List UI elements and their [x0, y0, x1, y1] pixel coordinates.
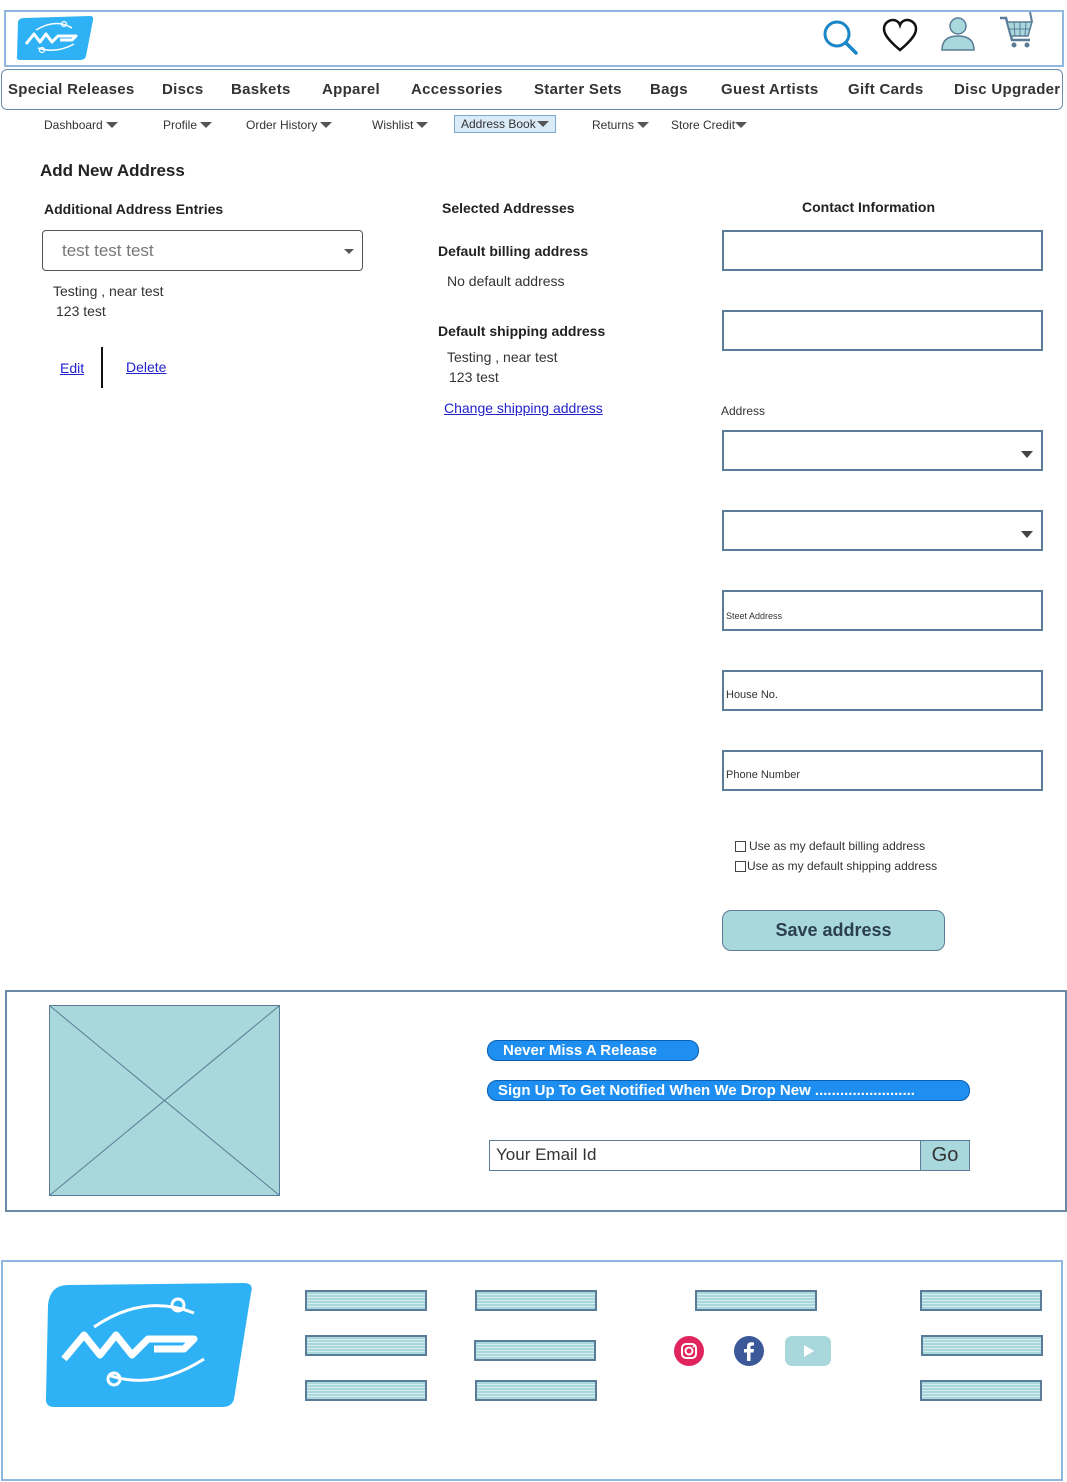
house-number-input[interactable]: House No.	[722, 670, 1043, 711]
footer-logo[interactable]	[44, 1283, 252, 1409]
subnav-address-book[interactable]: Address Book	[454, 115, 556, 133]
footer-link[interactable]	[475, 1290, 597, 1311]
heart-icon[interactable]	[880, 14, 920, 56]
shipping-line1: Testing , near test	[447, 349, 558, 365]
contact-field-1[interactable]	[722, 230, 1043, 271]
image-placeholder	[49, 1005, 280, 1196]
facebook-icon[interactable]	[733, 1335, 765, 1367]
billing-value: No default address	[447, 273, 565, 289]
chevron-down-icon	[320, 122, 333, 128]
chevron-down-icon	[536, 121, 549, 127]
subnav-label: Store Credit	[671, 118, 736, 132]
subnav-label: Address Book	[461, 117, 536, 131]
address-select-value: test test test	[62, 241, 154, 260]
nav-gift-cards[interactable]: Gift Cards	[848, 81, 924, 98]
checkbox-label: Use as my default billing address	[749, 839, 926, 853]
state-select[interactable]	[722, 510, 1043, 551]
nav-accessories[interactable]: Accessories	[411, 81, 503, 98]
nav-disc-upgrader[interactable]: Disc Upgrader	[954, 81, 1060, 98]
chevron-down-icon	[200, 122, 213, 128]
delete-link[interactable]: Delete	[126, 359, 166, 375]
subnav-label: Wishlist	[372, 118, 414, 132]
subnav-wishlist[interactable]: Wishlist	[372, 117, 429, 133]
chevron-down-icon	[1021, 531, 1033, 538]
cart-icon[interactable]	[998, 10, 1038, 52]
email-input[interactable]: Your Email Id	[489, 1140, 921, 1171]
address-select[interactable]: test test test	[42, 230, 363, 271]
entry-address-line1: Testing , near test	[53, 283, 164, 299]
never-miss-pill: Never Miss A Release	[487, 1040, 699, 1061]
signup-pill: Sign Up To Get Notified When We Drop New…	[487, 1080, 970, 1101]
nav-bags[interactable]: Bags	[650, 81, 688, 98]
default-billing-checkbox[interactable]: Use as my default billing address	[735, 839, 925, 853]
footer-link[interactable]	[474, 1340, 596, 1361]
subnav-store-credit[interactable]: Store Credit	[671, 117, 748, 133]
go-button[interactable]: Go	[920, 1140, 970, 1171]
nav-guest-artists[interactable]: Guest Artists	[721, 81, 819, 98]
checkbox-label: Use as my default shipping address	[747, 859, 938, 873]
subnav-label: Profile	[163, 118, 198, 132]
entry-address-line2: 123 test	[56, 303, 106, 319]
page-title: Add New Address	[40, 161, 185, 180]
street-placeholder: Steet Address	[726, 611, 783, 621]
billing-heading: Default billing address	[438, 243, 589, 259]
shipping-line2: 123 test	[449, 369, 499, 385]
phone-number-input[interactable]: Phone Number	[722, 750, 1043, 791]
subnav-profile[interactable]: Profile	[163, 117, 213, 133]
nav-discs[interactable]: Discs	[162, 81, 204, 98]
contact-heading: Contact Information	[802, 199, 935, 215]
chevron-down-icon	[344, 249, 354, 254]
shipping-heading: Default shipping address	[438, 323, 606, 339]
subnav-label: Returns	[592, 118, 635, 132]
phone-placeholder: Phone Number	[726, 769, 800, 781]
house-placeholder: House No.	[726, 689, 778, 701]
footer-link[interactable]	[920, 1290, 1042, 1311]
chevron-down-icon	[735, 122, 748, 128]
footer-link[interactable]	[305, 1335, 427, 1356]
footer-link[interactable]	[475, 1380, 597, 1401]
youtube-icon[interactable]	[785, 1335, 831, 1367]
additional-heading: Additional Address Entries	[44, 201, 224, 217]
checkbox[interactable]	[735, 860, 746, 872]
change-shipping-link[interactable]: Change shipping address	[444, 400, 603, 416]
nav-starter-sets[interactable]: Starter Sets	[534, 81, 622, 98]
subnav-dashboard[interactable]: Dashboard	[44, 117, 118, 133]
footer-link[interactable]	[305, 1380, 427, 1401]
footer-link[interactable]	[920, 1380, 1042, 1401]
country-select[interactable]	[722, 430, 1043, 471]
brand-logo[interactable]	[16, 14, 94, 62]
chevron-down-icon	[416, 122, 429, 128]
nav-baskets[interactable]: Baskets	[231, 81, 291, 98]
subnav-returns[interactable]: Returns	[592, 117, 650, 133]
save-address-button[interactable]: Save address	[722, 910, 945, 951]
address-label: Address	[721, 404, 766, 418]
chevron-down-icon	[1021, 451, 1033, 458]
edit-link[interactable]: Edit	[60, 360, 84, 376]
subnav-label: Order History	[246, 118, 318, 132]
subnav-label: Dashboard	[44, 118, 103, 132]
nav-special-releases[interactable]: Special Releases	[8, 81, 135, 98]
footer-link[interactable]	[695, 1290, 817, 1311]
chevron-down-icon	[105, 122, 118, 128]
divider	[101, 347, 103, 388]
nav-apparel[interactable]: Apparel	[322, 81, 380, 98]
checkbox[interactable]	[735, 840, 746, 852]
footer-link[interactable]	[921, 1335, 1043, 1356]
street-address-input[interactable]: Steet Address	[722, 590, 1043, 631]
selected-heading: Selected Addresses	[442, 200, 575, 216]
subnav-order-history[interactable]: Order History	[246, 117, 333, 133]
search-icon[interactable]	[820, 14, 860, 56]
instagram-icon[interactable]	[673, 1335, 705, 1367]
user-icon[interactable]	[938, 14, 978, 56]
footer-link[interactable]	[305, 1290, 427, 1311]
contact-field-2[interactable]	[722, 310, 1043, 351]
default-shipping-checkbox[interactable]: Use as my default shipping address	[735, 859, 937, 873]
chevron-down-icon	[637, 122, 650, 128]
